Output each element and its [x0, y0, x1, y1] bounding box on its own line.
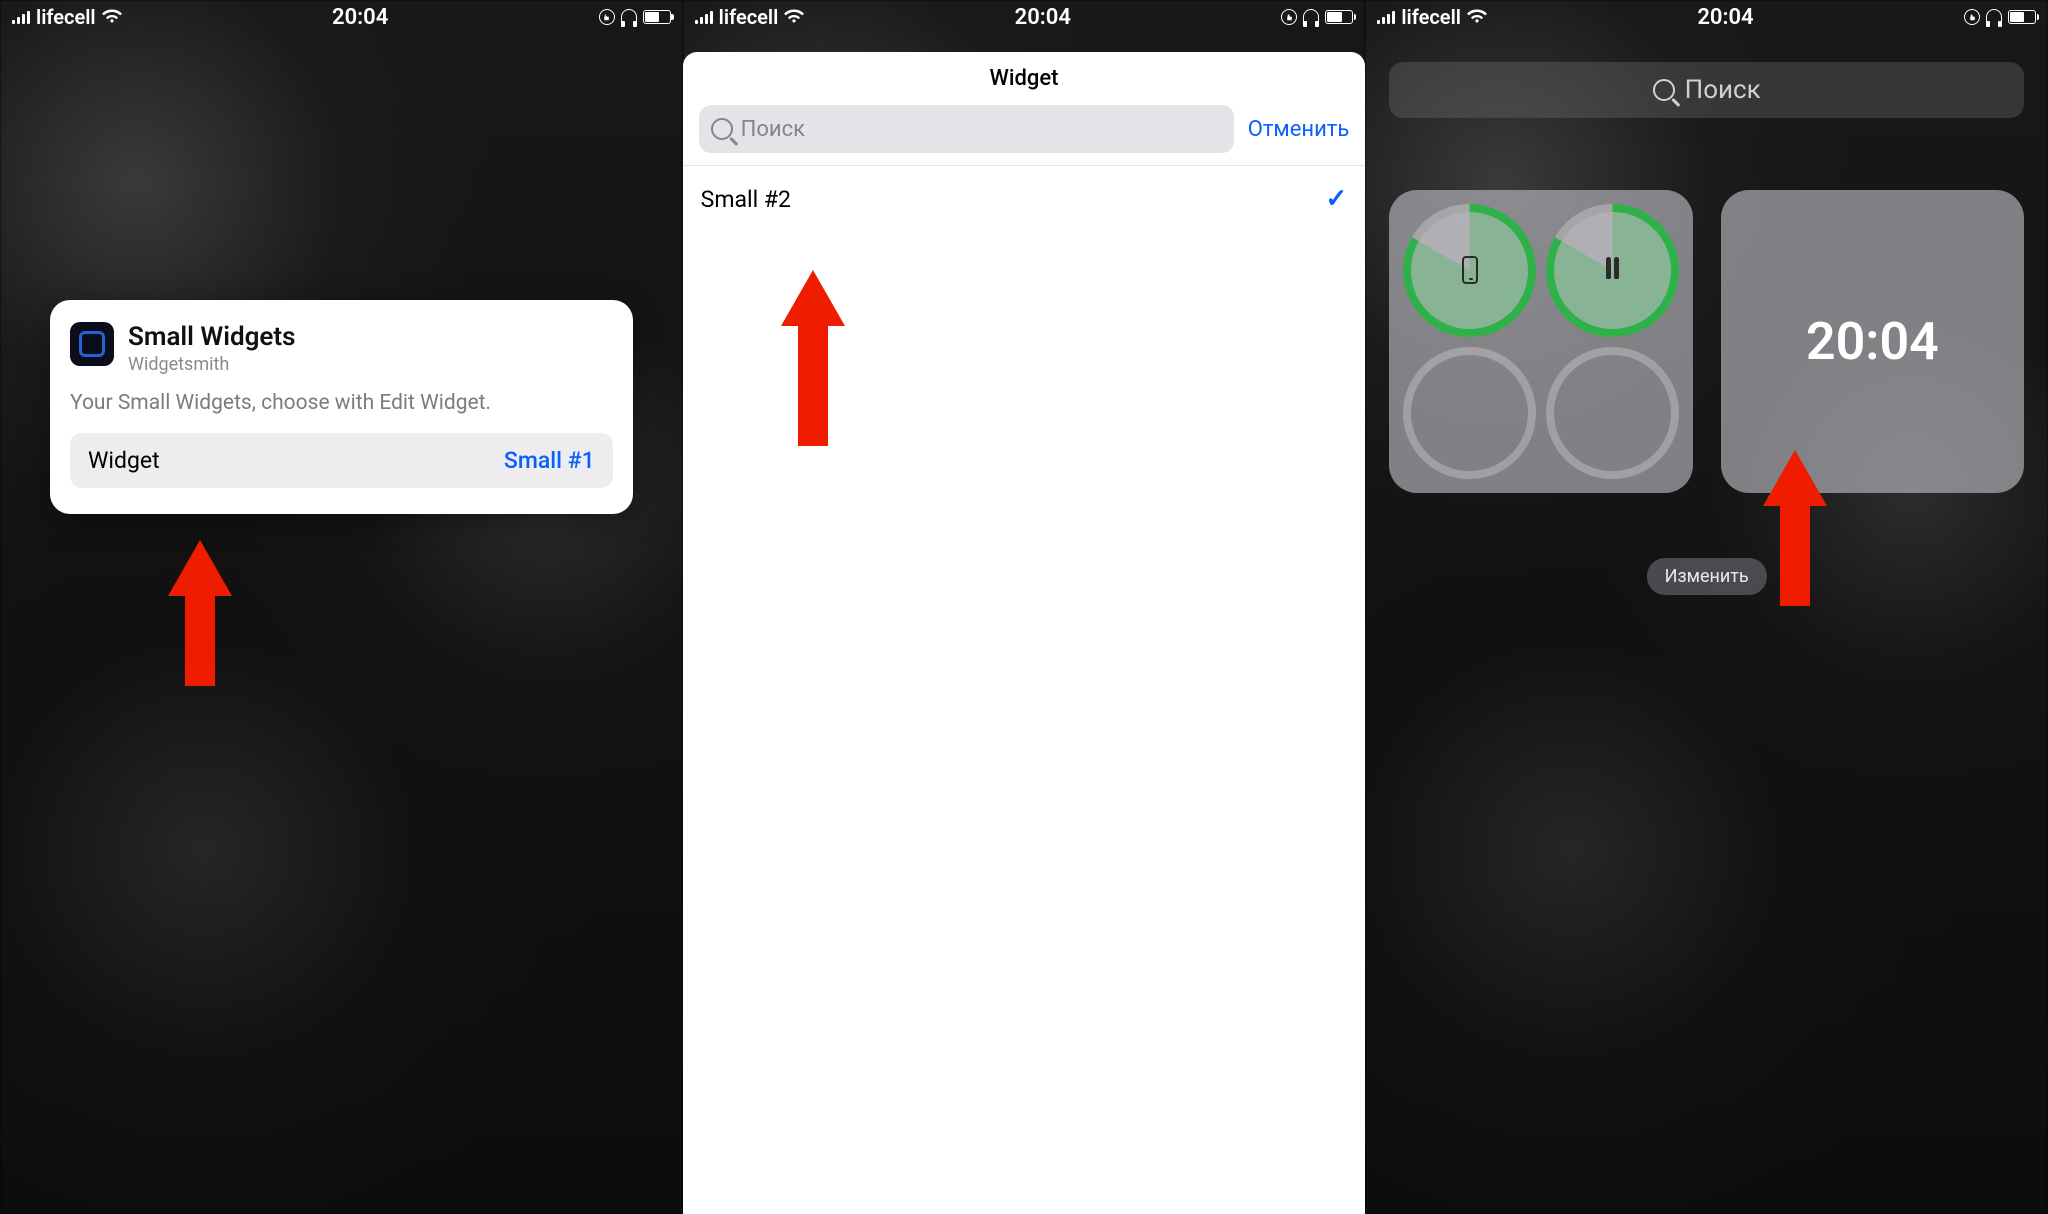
status-bar: lifecell 20:04	[0, 0, 683, 34]
rotation-lock-icon	[1964, 9, 1980, 25]
search-placeholder: Поиск	[741, 117, 805, 142]
airpods-icon	[1606, 261, 1619, 279]
search-icon	[711, 118, 733, 140]
headphones-icon	[1303, 9, 1319, 25]
search-placeholder: Поиск	[1685, 75, 1761, 105]
widget-time: 20:04	[1721, 190, 2024, 493]
widget-select-row[interactable]: Widget Small #1	[70, 433, 613, 488]
status-bar: lifecell 20:04	[1365, 0, 2048, 34]
battery-ring-empty	[1546, 347, 1679, 480]
app-icon	[70, 322, 114, 366]
annotation-arrow	[170, 540, 230, 686]
sheet-title: Widget	[683, 52, 1366, 105]
battery-ring-empty	[1403, 347, 1536, 480]
wifi-icon	[784, 5, 804, 29]
status-time: 20:04	[1015, 5, 1071, 30]
cancel-button[interactable]: Отменить	[1248, 117, 1350, 142]
search-input[interactable]: Поиск	[699, 105, 1234, 153]
widget-row-label: Widget	[88, 447, 160, 474]
status-bar: lifecell 20:04	[683, 0, 1366, 34]
card-subtitle: Widgetsmith	[128, 354, 296, 375]
rotation-lock-icon	[599, 9, 615, 25]
annotation-arrow	[783, 270, 843, 446]
widget-row-value: Small #1	[504, 447, 595, 474]
battery-icon	[643, 10, 671, 24]
screenshot-1: lifecell 20:04 Small Widgets Widgetsmith	[0, 0, 683, 1214]
batteries-widget[interactable]	[1389, 190, 1692, 493]
clock-widget[interactable]: 20:04	[1721, 190, 2024, 493]
phone-icon	[1462, 256, 1478, 284]
carrier-label: lifecell	[719, 5, 779, 29]
signal-bars-icon	[695, 10, 713, 24]
search-icon	[1653, 79, 1675, 101]
edit-button[interactable]: Изменить	[1647, 558, 1767, 595]
screenshot-2: lifecell 20:04 Widget Поиск	[683, 0, 1366, 1214]
screenshot-3: lifecell 20:04 Поиск	[1365, 0, 2048, 1214]
status-time: 20:04	[332, 5, 388, 30]
headphones-icon	[1986, 9, 2002, 25]
battery-icon	[2008, 10, 2036, 24]
signal-bars-icon	[12, 10, 30, 24]
battery-ring-phone	[1403, 204, 1536, 337]
battery-icon	[1325, 10, 1353, 24]
widget-option-row[interactable]: Small #2 ✓	[683, 165, 1366, 232]
card-description: Your Small Widgets, choose with Edit Wid…	[70, 391, 613, 415]
card-title: Small Widgets	[128, 322, 296, 352]
battery-ring-airpods	[1546, 204, 1679, 337]
wifi-icon	[102, 5, 122, 29]
today-search-field[interactable]: Поиск	[1389, 62, 2024, 118]
widget-option-label: Small #2	[701, 186, 791, 213]
rotation-lock-icon	[1281, 9, 1297, 25]
wifi-icon	[1467, 5, 1487, 29]
widget-config-card: Small Widgets Widgetsmith Your Small Wid…	[50, 300, 633, 514]
signal-bars-icon	[1377, 10, 1395, 24]
annotation-arrow	[1765, 450, 1825, 606]
status-time: 20:04	[1697, 5, 1753, 30]
carrier-label: lifecell	[1401, 5, 1461, 29]
checkmark-icon: ✓	[1326, 184, 1348, 214]
headphones-icon	[621, 9, 637, 25]
carrier-label: lifecell	[36, 5, 96, 29]
widget-picker-sheet: Widget Поиск Отменить Small #2 ✓	[683, 52, 1366, 1214]
